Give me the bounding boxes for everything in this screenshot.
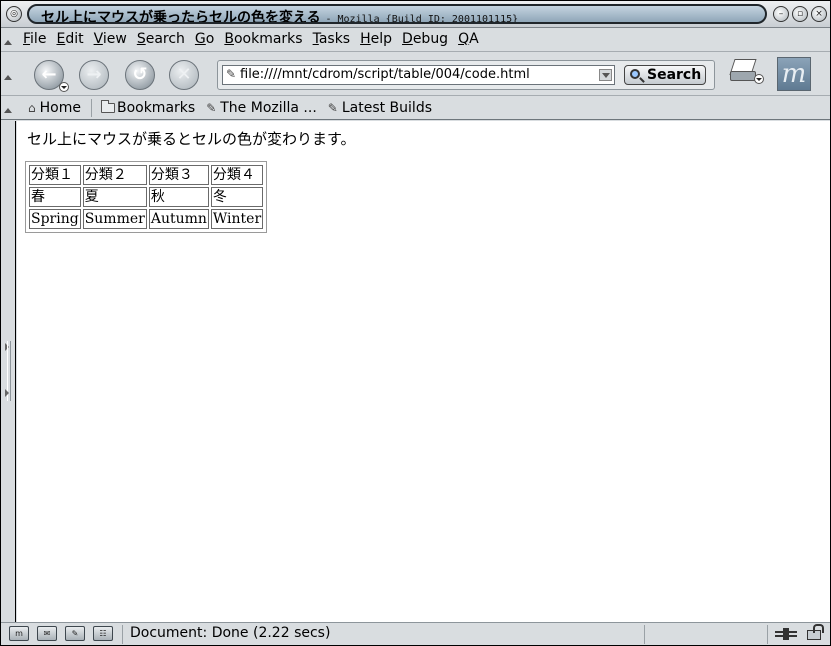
search-button-label: Search — [647, 67, 702, 83]
back-arrow-icon: ← — [41, 64, 57, 85]
personalbar-separator — [90, 99, 92, 117]
table-cell[interactable]: 秋 — [148, 187, 209, 207]
window-title-build: - Mozilla {Build ID: 2001101115} — [325, 14, 519, 24]
close-icon[interactable]: × — [811, 6, 827, 22]
url-history-dropdown-icon[interactable] — [599, 69, 612, 81]
personal-toolbar: ⌂ Home Bookmarks ✎ The Mozilla ... ✎ Lat… — [1, 97, 830, 120]
status-separator — [644, 625, 645, 644]
navigation-toolbar: ← → ↺ ✕ ✎ file:////mnt/cdrom/script/tabl… — [1, 53, 830, 96]
reload-icon: ↺ — [132, 64, 148, 85]
url-text[interactable]: file:////mnt/cdrom/script/table/004/code… — [240, 67, 595, 82]
bookmark-latest-builds[interactable]: ✎ Latest Builds — [325, 100, 440, 116]
maximize-icon[interactable]: ▫ — [792, 6, 808, 22]
bookmarks-menu-button[interactable]: Bookmarks — [98, 100, 203, 116]
stop-button[interactable]: ✕ — [169, 60, 199, 90]
status-bar: m ✉ ✎ ☷ Document: Done (2.22 secs) — [1, 622, 830, 645]
seasons-table: 分類１ 分類２ 分類３ 分類４ 春 夏 秋 冬 Spring Summer Au… — [25, 161, 268, 233]
table-cell[interactable]: Winter — [210, 209, 264, 229]
menu-view[interactable]: View — [94, 31, 127, 47]
table-cell[interactable]: 分類３ — [148, 165, 209, 185]
bookmark-the-mozilla[interactable]: ✎ The Mozilla ... — [203, 100, 325, 116]
table-row: Spring Summer Autumn Winter — [29, 209, 264, 229]
status-separator — [767, 625, 768, 644]
menu-tasks[interactable]: Tasks — [313, 31, 351, 47]
browser-window: ◎ セル上にマウスが乗ったらセルの色を変える - Mozilla {Build … — [0, 0, 831, 646]
title-bar[interactable]: ◎ セル上にマウスが乗ったらセルの色を変える - Mozilla {Build … — [1, 1, 830, 28]
menu-go[interactable]: Go — [195, 31, 214, 47]
stop-icon: ✕ — [176, 64, 192, 85]
page-content: セル上にマウスが乗るとセルの色が変わります。 分類１ 分類２ 分類３ 分類４ 春… — [17, 121, 830, 622]
table-row: 分類１ 分類２ 分類３ 分類４ — [29, 165, 264, 185]
bookmark-icon: ✎ — [327, 101, 338, 115]
menu-bookmarks[interactable]: Bookmarks — [224, 31, 302, 47]
table-cell[interactable]: 分類１ — [29, 165, 81, 185]
magnifier-icon — [630, 69, 640, 79]
mail-icon[interactable]: ✉ — [37, 626, 57, 641]
table-cell[interactable]: 分類４ — [210, 165, 264, 185]
print-dropdown-icon[interactable] — [754, 74, 764, 84]
sidebar-expand-arrow-icon[interactable] — [5, 389, 9, 397]
window-title-text: セル上にマウスが乗ったらセルの色を変える — [41, 10, 321, 24]
menu-bar: File Edit View Search Go Bookmarks Tasks… — [1, 28, 830, 52]
home-icon: ⌂ — [28, 101, 36, 115]
menu-edit[interactable]: Edit — [56, 31, 83, 47]
search-button[interactable]: Search — [624, 65, 706, 85]
menu-debug[interactable]: Debug — [402, 31, 448, 47]
page-proxy-icon[interactable]: ✎ — [226, 67, 236, 81]
print-icon[interactable] — [728, 57, 766, 87]
menu-qa[interactable]: QA — [458, 31, 479, 47]
menu-help[interactable]: Help — [360, 31, 392, 47]
composer-icon[interactable]: ✎ — [65, 626, 85, 641]
forward-button[interactable]: → — [79, 60, 109, 90]
page-sentence: セル上にマウスが乗るとセルの色が変わります。 — [27, 130, 356, 148]
table-cell[interactable]: 夏 — [82, 187, 147, 207]
folder-icon — [100, 100, 115, 113]
table-cell[interactable]: 春 — [29, 187, 81, 207]
menubar-collapse-grip[interactable] — [4, 32, 12, 48]
window-title: セル上にマウスが乗ったらセルの色を変える - Mozilla {Build ID… — [27, 4, 767, 24]
table-cell[interactable]: Spring — [29, 209, 81, 229]
window-menu-icon[interactable]: ◎ — [6, 6, 22, 22]
table-cell[interactable]: Summer — [82, 209, 147, 229]
back-history-dropdown-icon[interactable] — [59, 82, 69, 92]
table-cell[interactable]: 冬 — [210, 187, 264, 207]
home-button[interactable]: ⌂ Home — [25, 100, 89, 116]
table-row: 春 夏 秋 冬 — [29, 187, 264, 207]
navbar-collapse-grip[interactable] — [4, 67, 12, 83]
minimize-icon[interactable]: – — [773, 6, 789, 22]
menu-file[interactable]: File — [23, 31, 46, 47]
address-book-icon[interactable]: ☷ — [93, 626, 113, 641]
url-input[interactable]: ✎ file:////mnt/cdrom/script/table/004/co… — [222, 65, 615, 85]
mozilla-throbber-logo[interactable]: m — [777, 57, 811, 91]
personalbar-collapse-grip[interactable] — [4, 100, 12, 116]
table-cell[interactable]: 分類２ — [82, 165, 147, 185]
status-text: Document: Done (2.22 secs) — [130, 625, 331, 641]
menu-search[interactable]: Search — [137, 31, 185, 47]
status-separator — [122, 625, 123, 644]
sidebar-splitter[interactable] — [1, 121, 16, 622]
security-lock-icon[interactable] — [807, 624, 824, 640]
forward-arrow-icon: → — [86, 64, 102, 85]
url-bar: ✎ file:////mnt/cdrom/script/table/004/co… — [217, 60, 715, 90]
online-status-icon[interactable] — [775, 628, 797, 640]
reload-button[interactable]: ↺ — [125, 60, 155, 90]
navigator-icon[interactable]: m — [9, 626, 29, 641]
bookmark-icon: ✎ — [206, 101, 217, 115]
table-cell[interactable]: Autumn — [148, 209, 209, 229]
